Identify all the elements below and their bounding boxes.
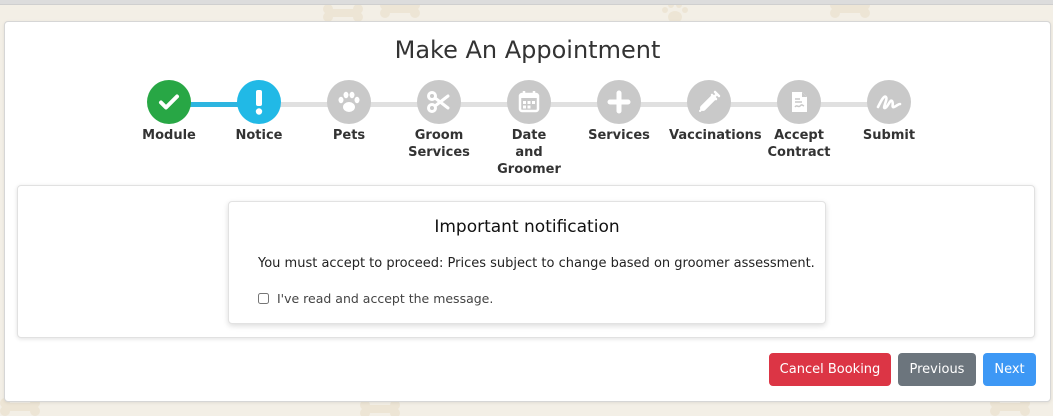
step-label-line: and [515, 145, 543, 160]
step-circle [147, 80, 191, 124]
cancel-booking-button[interactable]: Cancel Booking [769, 353, 891, 386]
step-circle [867, 80, 911, 124]
step-label-line: Contract [767, 145, 831, 160]
step-circle [237, 80, 281, 124]
accept-checkbox[interactable] [258, 293, 269, 304]
plus-icon [607, 90, 631, 114]
bone-icon [360, 400, 400, 416]
step-pets[interactable]: Pets [309, 80, 389, 144]
step-label: Module [142, 128, 196, 143]
accept-checkbox-row[interactable]: I've read and accept the message. [258, 291, 493, 306]
step-notice[interactable]: Notice [219, 80, 299, 144]
syringe-icon [699, 90, 721, 112]
bone-icon [323, 4, 363, 22]
step-circle [507, 80, 551, 124]
page-title: Make An Appointment [394, 36, 661, 64]
notification-title: Important notification [434, 217, 620, 237]
step-circle [327, 80, 371, 124]
step-groom-services[interactable]: Groom Services [399, 80, 479, 161]
contract-icon [792, 92, 807, 112]
step-circle [687, 80, 731, 124]
step-label: Pets [332, 128, 366, 143]
step-label: Notice [235, 128, 283, 143]
step-label: Vaccinations [669, 128, 762, 143]
browser-top-edge [0, 0, 1053, 5]
check-icon [159, 94, 179, 110]
step-label: Accept Contract [759, 127, 839, 161]
step-circle [597, 80, 641, 124]
appointment-card: Make An Appointment Module Notice Pets G… [4, 21, 1051, 402]
paw-icon [338, 91, 360, 112]
notification-message: You must accept to proceed: Prices subje… [258, 256, 815, 271]
step-vaccinations[interactable]: Vaccinations [669, 80, 762, 144]
step-accept-contract[interactable]: Accept Contract [759, 80, 839, 161]
step-label: Date and Groomer [489, 127, 569, 178]
step-label: Services [588, 128, 650, 143]
step-label-line: Date [511, 128, 547, 143]
step-label-line: Services [408, 145, 470, 160]
exclamation-icon [255, 90, 263, 115]
step-date-groomer[interactable]: Date and Groomer [489, 80, 569, 178]
calendar-icon [518, 91, 540, 113]
step-services[interactable]: Services [579, 80, 659, 144]
signature-icon [876, 95, 902, 110]
step-circle [777, 80, 821, 124]
progress-stepper: Module Notice Pets Groom Services Date a… [5, 80, 1050, 200]
previous-button[interactable]: Previous [898, 353, 976, 386]
scissors-icon [427, 91, 450, 113]
step-module[interactable]: Module [129, 80, 209, 144]
step-circle [417, 80, 461, 124]
step-label-line: Accept [774, 128, 824, 143]
notice-panel: Important notification You must accept t… [17, 185, 1035, 338]
step-label-line: Groomer [497, 162, 561, 177]
accept-checkbox-label: I've read and accept the message. [277, 291, 494, 306]
next-button[interactable]: Next [983, 353, 1036, 386]
notification-box: Important notification You must accept t… [228, 201, 826, 324]
step-submit[interactable]: Submit [849, 80, 929, 144]
step-label: Submit [862, 128, 916, 143]
step-label: Groom Services [399, 127, 479, 161]
step-label-line: Groom [414, 128, 464, 143]
